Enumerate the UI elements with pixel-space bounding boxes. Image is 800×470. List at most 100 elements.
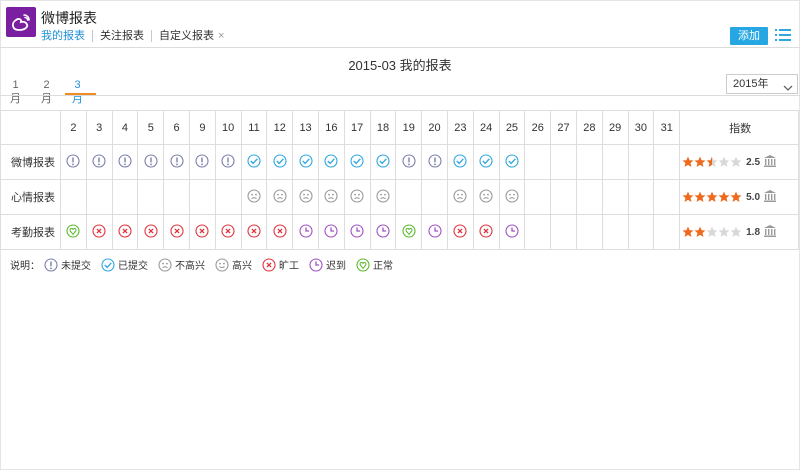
day-cell[interactable]	[446, 144, 474, 180]
day-cell[interactable]	[395, 214, 423, 250]
submitted-icon	[376, 153, 390, 171]
day-cell[interactable]	[446, 214, 474, 250]
day-cell[interactable]	[421, 214, 448, 250]
grid-corner	[0, 110, 61, 145]
month-tab-2[interactable]: 2月	[41, 78, 52, 105]
day-cell[interactable]	[266, 214, 294, 250]
day-cell[interactable]	[292, 214, 319, 250]
day-cell[interactable]	[317, 144, 345, 180]
day-header: 19	[395, 110, 423, 145]
day-header: 26	[524, 110, 552, 145]
day-cell[interactable]	[343, 144, 371, 180]
day-cell	[85, 179, 113, 215]
day-cell[interactable]	[472, 214, 500, 250]
normal-icon	[356, 257, 373, 272]
day-cell[interactable]	[60, 214, 87, 250]
day-cell[interactable]	[240, 144, 268, 180]
late-icon	[324, 223, 338, 241]
unsubmitted-icon	[144, 153, 158, 171]
day-cell[interactable]	[472, 144, 500, 180]
unhappy-icon	[273, 188, 287, 206]
day-cell	[60, 179, 87, 215]
day-cell[interactable]	[292, 179, 319, 215]
day-cell[interactable]	[214, 144, 242, 180]
day-cell[interactable]	[111, 214, 139, 250]
day-cell[interactable]	[369, 144, 397, 180]
day-cell[interactable]	[317, 214, 345, 250]
legend-label: 迟到	[326, 261, 346, 272]
row-label: 微博报表	[0, 144, 61, 180]
grid-header-row: 2 3 4 5 6 9 10 11 12 13 16 17 18 19 20 23 24 25 26 27 28 29 30…	[0, 110, 800, 145]
late-icon	[350, 223, 364, 241]
submitted-icon	[453, 153, 467, 171]
day-cell[interactable]	[137, 214, 165, 250]
rating-cell: 2.5	[679, 144, 800, 180]
score-value: 1.8	[746, 226, 761, 238]
star-icon	[706, 226, 718, 237]
day-cell[interactable]	[188, 144, 216, 180]
day-cell[interactable]	[266, 144, 294, 180]
day-cell[interactable]	[498, 214, 526, 250]
day-cell[interactable]	[498, 179, 526, 215]
unsubmitted-icon	[92, 153, 106, 171]
chart-link-icon[interactable]	[763, 154, 777, 171]
day-cell[interactable]	[472, 179, 500, 215]
day-cell[interactable]	[446, 179, 474, 215]
add-button[interactable]: 添加	[730, 27, 768, 45]
late-icon	[427, 223, 442, 241]
day-cell[interactable]	[317, 179, 345, 215]
year-select[interactable]: 2015年	[726, 74, 798, 94]
day-cell[interactable]	[111, 144, 139, 180]
subtab-0[interactable]: 我的报表	[41, 30, 92, 42]
day-cell[interactable]	[85, 214, 113, 250]
subtab-2[interactable]: 自定义报表 ×	[151, 30, 231, 42]
chart-link-icon[interactable]	[763, 189, 777, 206]
day-cell[interactable]	[60, 144, 87, 180]
day-cell[interactable]	[214, 214, 242, 250]
legend-label: 未提交	[61, 261, 91, 272]
day-header: 9	[188, 110, 216, 145]
day-cell[interactable]	[163, 214, 190, 250]
day-cell[interactable]	[163, 144, 190, 180]
absent-icon	[144, 223, 158, 241]
legend-item: 已提交	[101, 257, 148, 272]
report-grid: 2 3 4 5 6 9 10 11 12 13 16 17 18 19 20 23 24 25 26 27 28 29 30…	[0, 110, 800, 250]
day-cell[interactable]	[240, 179, 268, 215]
star-icon	[694, 191, 706, 202]
day-cell	[550, 144, 577, 180]
day-cell[interactable]	[421, 144, 448, 180]
star-icon	[730, 191, 742, 202]
day-cell	[601, 214, 629, 250]
day-header: 25	[498, 110, 526, 145]
day-cell[interactable]	[292, 144, 319, 180]
chart-link-icon[interactable]	[763, 224, 777, 241]
rating-cell: 5.0	[679, 179, 800, 215]
day-header: 23	[446, 110, 474, 145]
day-cell[interactable]	[240, 214, 268, 250]
day-cell[interactable]	[85, 144, 113, 180]
rating-cell: 1.8	[679, 214, 800, 250]
day-cell[interactable]	[395, 144, 423, 180]
day-cell[interactable]	[266, 179, 294, 215]
legend-label: 旷工	[279, 261, 299, 272]
submitted-icon	[247, 153, 261, 171]
row-label: 考勤报表	[0, 214, 61, 250]
star-rating	[682, 156, 742, 168]
day-cell[interactable]	[137, 144, 165, 180]
list-menu-icon[interactable]	[775, 28, 791, 42]
legend-item: 不高兴	[158, 257, 205, 272]
close-icon[interactable]: ×	[218, 30, 224, 42]
day-header: 12	[266, 110, 294, 145]
day-cell[interactable]	[343, 214, 371, 250]
subtab-1[interactable]: 关注报表	[92, 30, 151, 42]
day-cell[interactable]	[369, 214, 397, 250]
day-cell[interactable]	[188, 214, 216, 250]
day-cell[interactable]	[498, 144, 526, 180]
legend-item: 正常	[356, 257, 393, 272]
day-cell[interactable]	[369, 179, 397, 215]
normal-icon	[402, 223, 416, 241]
day-cell[interactable]	[343, 179, 371, 215]
month-tab-1[interactable]: 1月	[10, 78, 21, 105]
legend-title: 说明：	[10, 261, 40, 272]
day-cell	[524, 144, 552, 180]
